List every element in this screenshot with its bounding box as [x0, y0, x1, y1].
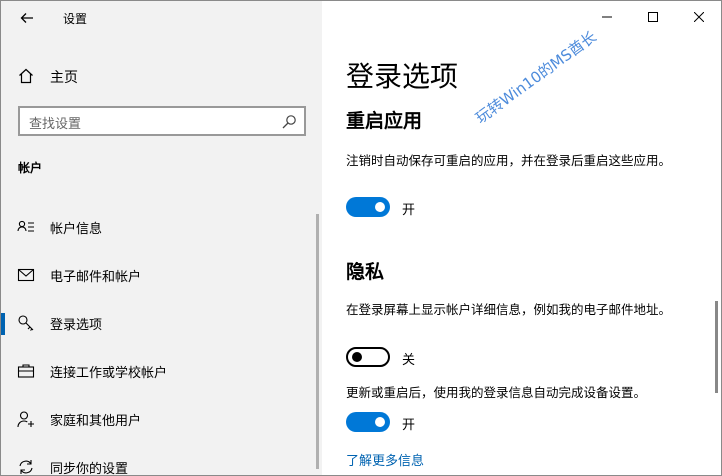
restart-apps-description: 注销时自动保存可重启的应用，并在登录后重启这些应用。 — [346, 153, 672, 168]
home-label: 主页 — [50, 70, 78, 86]
sidebar-item-work-school[interactable]: 连接工作或学校帐户 — [1, 351, 322, 391]
toggle-knob — [352, 352, 362, 362]
sidebar-item-email-accounts[interactable]: 电子邮件和帐户 — [1, 255, 322, 295]
sidebar-scrollbar[interactable] — [316, 214, 319, 469]
show-account-details-description: 在登录屏幕上显示帐户详细信息，例如我的电子邮件地址。 — [346, 302, 672, 317]
sidebar-item-label: 连接工作或学校帐户 — [50, 366, 168, 381]
search-icon — [282, 115, 296, 129]
sync-icon — [19, 460, 33, 474]
selected-indicator — [1, 313, 5, 335]
sidebar-item-label: 登录选项 — [50, 318, 103, 333]
close-button[interactable] — [676, 1, 721, 33]
back-arrow-icon — [20, 13, 33, 23]
home-icon — [19, 68, 33, 84]
back-button[interactable] — [13, 6, 41, 30]
toggle-knob — [375, 417, 385, 427]
show-account-details-toggle[interactable] — [346, 347, 390, 367]
maximize-icon — [648, 12, 658, 22]
privacy-heading: 隐私 — [346, 261, 385, 283]
navigation-pane: 设置 主页 查找设置 帐户 帐户信息 电子邮件和帐户 登录选项 连接工作或学校帐… — [1, 1, 322, 476]
sidebar-item-label: 电子邮件和帐户 — [50, 270, 142, 285]
toggle-knob — [375, 202, 385, 212]
mail-icon — [17, 268, 35, 282]
sidebar-item-sign-in-options[interactable]: 登录选项 — [1, 303, 322, 343]
minimize-button[interactable] — [584, 1, 630, 33]
key-icon — [18, 315, 34, 331]
learn-more-link[interactable]: 了解更多信息 — [346, 450, 424, 469]
page-title: 登录选项 — [346, 60, 459, 93]
close-icon — [694, 12, 704, 22]
use-signin-info-description: 更新或重启后，使用我的登录信息自动完成设备设置。 — [346, 385, 647, 400]
account-info-icon — [17, 220, 34, 232]
sidebar-item-account-info[interactable]: 帐户信息 — [1, 207, 322, 247]
search-placeholder: 查找设置 — [29, 117, 82, 132]
sidebar-item-family[interactable]: 家庭和其他用户 — [1, 399, 322, 439]
use-signin-info-toggle[interactable] — [346, 412, 390, 432]
briefcase-icon — [17, 364, 35, 378]
section-title: 帐户 — [18, 161, 43, 175]
sidebar-item-sync[interactable]: 同步你的设置 — [1, 447, 322, 476]
home-nav-item[interactable]: 主页 — [1, 61, 322, 91]
content-scrollbar[interactable] — [715, 301, 718, 393]
sidebar-item-label: 家庭和其他用户 — [50, 414, 142, 429]
restart-apps-toggle[interactable] — [346, 197, 390, 217]
settings-window: 设置 主页 查找设置 帐户 帐户信息 电子邮件和帐户 登录选项 连接工作或学校帐… — [0, 0, 722, 476]
restart-apps-state: 开 — [402, 203, 416, 218]
show-account-details-state: 关 — [402, 353, 416, 368]
app-title: 设置 — [63, 12, 88, 26]
minimize-icon — [602, 16, 612, 18]
sidebar-item-label: 同步你的设置 — [50, 462, 129, 476]
search-input[interactable]: 查找设置 — [18, 106, 306, 136]
restart-apps-heading: 重启应用 — [346, 110, 423, 132]
sidebar-item-label: 帐户信息 — [50, 222, 103, 237]
maximize-button[interactable] — [630, 1, 676, 33]
person-add-icon — [17, 411, 34, 428]
use-signin-info-state: 开 — [402, 418, 416, 433]
